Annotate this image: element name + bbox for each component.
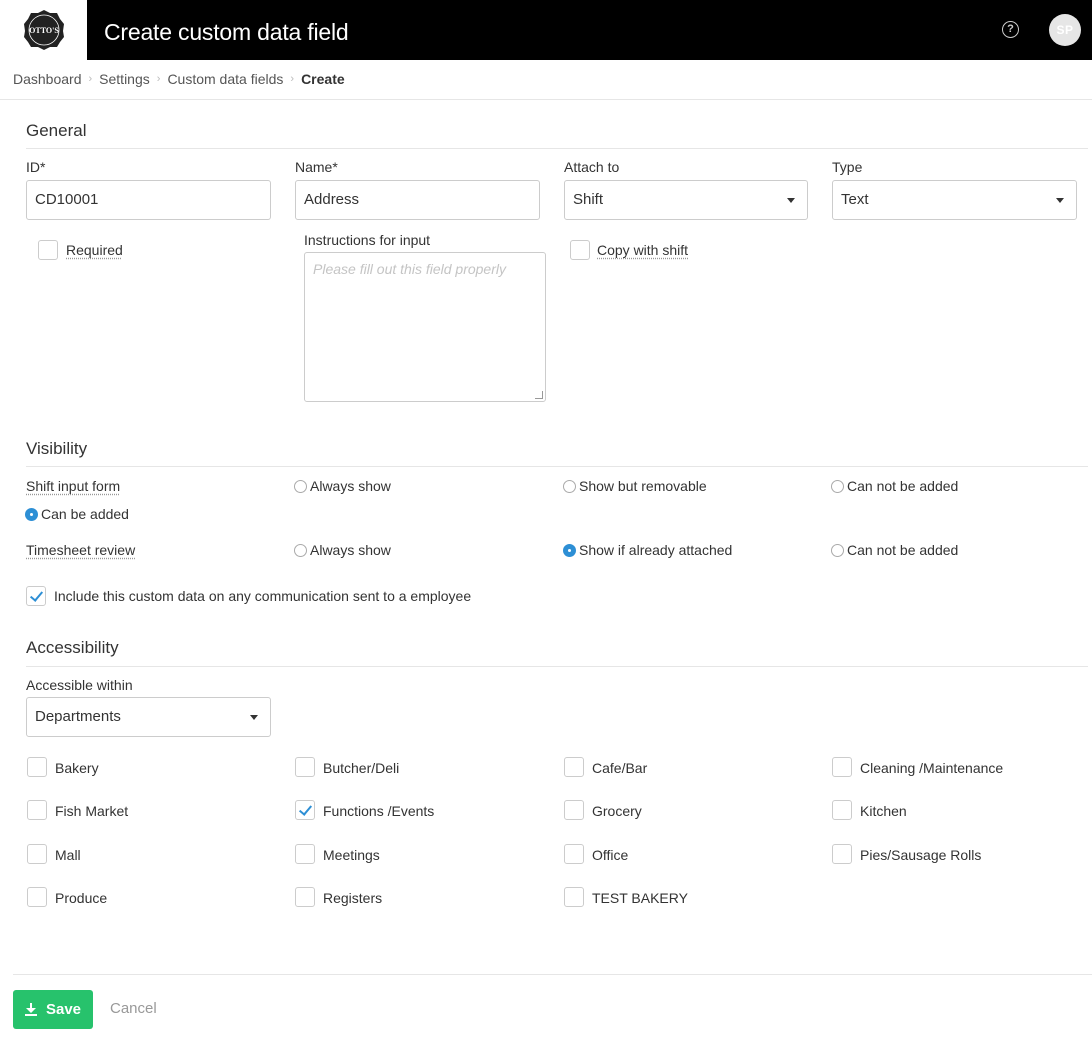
footer-divider: [13, 974, 1092, 975]
department-checkbox-cleaning-maintenance[interactable]: [832, 757, 852, 777]
breadcrumb: Dashboard › Settings › Custom data field…: [13, 70, 345, 88]
department-checkbox-bakery[interactable]: [27, 757, 47, 777]
department-label-cafe-bar[interactable]: Cafe/Bar: [592, 760, 647, 776]
include-communication-checkbox[interactable]: [26, 586, 46, 606]
department-label-functions-events[interactable]: Functions /Events: [323, 803, 434, 819]
otto-logo[interactable]: OTTO'S: [0, 0, 87, 60]
timesheet-radio-always-show[interactable]: [294, 544, 307, 557]
department-label-test-bakery[interactable]: TEST BAKERY: [592, 890, 688, 906]
copy-with-shift-label[interactable]: Copy with shift: [597, 242, 688, 258]
department-label-produce[interactable]: Produce: [55, 890, 107, 906]
department-checkbox-registers[interactable]: [295, 887, 315, 907]
department-checkbox-produce[interactable]: [27, 887, 47, 907]
department-checkbox-fish-market[interactable]: [27, 800, 47, 820]
name-label: Name*: [295, 159, 338, 175]
chevron-right-icon: ›: [88, 73, 93, 85]
department-label-office[interactable]: Office: [592, 847, 628, 863]
required-label[interactable]: Required: [66, 242, 123, 258]
department-label-meetings[interactable]: Meetings: [323, 847, 380, 863]
section-title-general: General: [26, 121, 87, 140]
name-input[interactable]: Address: [295, 180, 540, 220]
department-checkbox-grocery[interactable]: [564, 800, 584, 820]
timesheet-radio-cannot-add[interactable]: [831, 544, 844, 557]
logo-badge-icon: OTTO'S: [23, 10, 64, 50]
timesheet-radio-show-if-attached[interactable]: [563, 544, 576, 557]
shift-radio-show-removable[interactable]: [563, 480, 576, 493]
department-checkbox-cafe-bar[interactable]: [564, 757, 584, 777]
section-title-accessibility: Accessibility: [26, 638, 119, 657]
department-checkbox-office[interactable]: [564, 844, 584, 864]
department-label-kitchen[interactable]: Kitchen: [860, 803, 907, 819]
shift-radio-cannot-add[interactable]: [831, 480, 844, 493]
shift-radio-show-removable-label[interactable]: Show but removable: [579, 478, 707, 494]
breadcrumb-custom-data-fields[interactable]: Custom data fields: [167, 71, 283, 87]
avatar[interactable]: SP: [1049, 14, 1081, 46]
department-label-pies-sausage-rolls[interactable]: Pies/Sausage Rolls: [860, 847, 981, 863]
breadcrumb-settings[interactable]: Settings: [99, 71, 150, 87]
breadcrumb-current: Create: [301, 71, 345, 87]
section-divider: [26, 466, 1088, 467]
department-checkbox-functions-events[interactable]: [295, 800, 315, 820]
attach-to-select[interactable]: Shift: [564, 180, 808, 220]
chevron-right-icon: ›: [156, 73, 161, 85]
type-label: Type: [832, 159, 863, 175]
caret-down-icon: [787, 198, 795, 203]
timesheet-radio-show-if-attached-label[interactable]: Show if already attached: [579, 542, 732, 558]
department-label-bakery[interactable]: Bakery: [55, 760, 99, 776]
resize-handle-icon[interactable]: [535, 391, 543, 399]
save-button[interactable]: Save: [13, 990, 93, 1029]
instructions-textarea[interactable]: Please fill out this field properly: [304, 252, 546, 402]
department-checkbox-kitchen[interactable]: [832, 800, 852, 820]
department-label-fish-market[interactable]: Fish Market: [55, 803, 128, 819]
department-checkbox-mall[interactable]: [27, 844, 47, 864]
save-button-label: Save: [45, 1001, 82, 1018]
department-label-grocery[interactable]: Grocery: [592, 803, 642, 819]
type-select[interactable]: Text: [832, 180, 1077, 220]
department-label-mall[interactable]: Mall: [55, 847, 81, 863]
instructions-label: Instructions for input: [304, 232, 431, 248]
id-label: ID*: [26, 159, 46, 175]
shift-radio-can-be-added-label[interactable]: Can be added: [41, 506, 129, 522]
department-checkbox-butcher-deli[interactable]: [295, 757, 315, 777]
type-value: Text: [841, 191, 869, 208]
shift-radio-can-be-added[interactable]: [25, 508, 38, 521]
shift-radio-cannot-add-label[interactable]: Can not be added: [847, 478, 958, 494]
department-label-cleaning-maintenance[interactable]: Cleaning /Maintenance: [860, 760, 1003, 776]
top-bar: OTTO'S Create custom data field ? SP: [0, 0, 1092, 60]
timesheet-radio-cannot-add-label[interactable]: Can not be added: [847, 542, 958, 558]
help-icon[interactable]: ?: [1002, 21, 1019, 38]
attach-to-value: Shift: [573, 191, 604, 208]
accessible-within-label: Accessible within: [26, 677, 133, 693]
shift-input-form-label: Shift input form: [26, 478, 121, 494]
breadcrumb-dashboard[interactable]: Dashboard: [13, 71, 82, 87]
page-title: Create custom data field: [104, 19, 349, 45]
chevron-right-icon: ›: [290, 73, 295, 85]
department-checkbox-meetings[interactable]: [295, 844, 315, 864]
timesheet-review-label: Timesheet review: [26, 542, 136, 558]
logo-text: OTTO'S: [29, 26, 59, 35]
download-icon: [24, 1003, 37, 1016]
id-input[interactable]: CD10001: [26, 180, 271, 220]
accessible-within-value: Departments: [35, 708, 121, 725]
instructions-placeholder: Please fill out this field properly: [313, 261, 506, 277]
shift-radio-always-show[interactable]: [294, 480, 307, 493]
copy-with-shift-checkbox[interactable]: [570, 240, 590, 260]
breadcrumb-divider: [0, 99, 1092, 100]
section-divider: [26, 666, 1088, 667]
caret-down-icon: [250, 715, 258, 720]
section-title-visibility: Visibility: [26, 439, 88, 458]
department-label-butcher-deli[interactable]: Butcher/Deli: [323, 760, 399, 776]
include-communication-label[interactable]: Include this custom data on any communic…: [54, 588, 471, 604]
required-checkbox[interactable]: [38, 240, 58, 260]
section-divider: [26, 148, 1088, 149]
caret-down-icon: [1056, 198, 1064, 203]
department-checkbox-test-bakery[interactable]: [564, 887, 584, 907]
attach-to-label: Attach to: [564, 159, 620, 175]
shift-radio-always-show-label[interactable]: Always show: [310, 478, 391, 494]
department-label-registers[interactable]: Registers: [323, 890, 382, 906]
timesheet-radio-always-show-label[interactable]: Always show: [310, 542, 391, 558]
accessible-within-select[interactable]: Departments: [26, 697, 271, 737]
cancel-link[interactable]: Cancel: [110, 1000, 157, 1017]
department-checkbox-pies-sausage-rolls[interactable]: [832, 844, 852, 864]
